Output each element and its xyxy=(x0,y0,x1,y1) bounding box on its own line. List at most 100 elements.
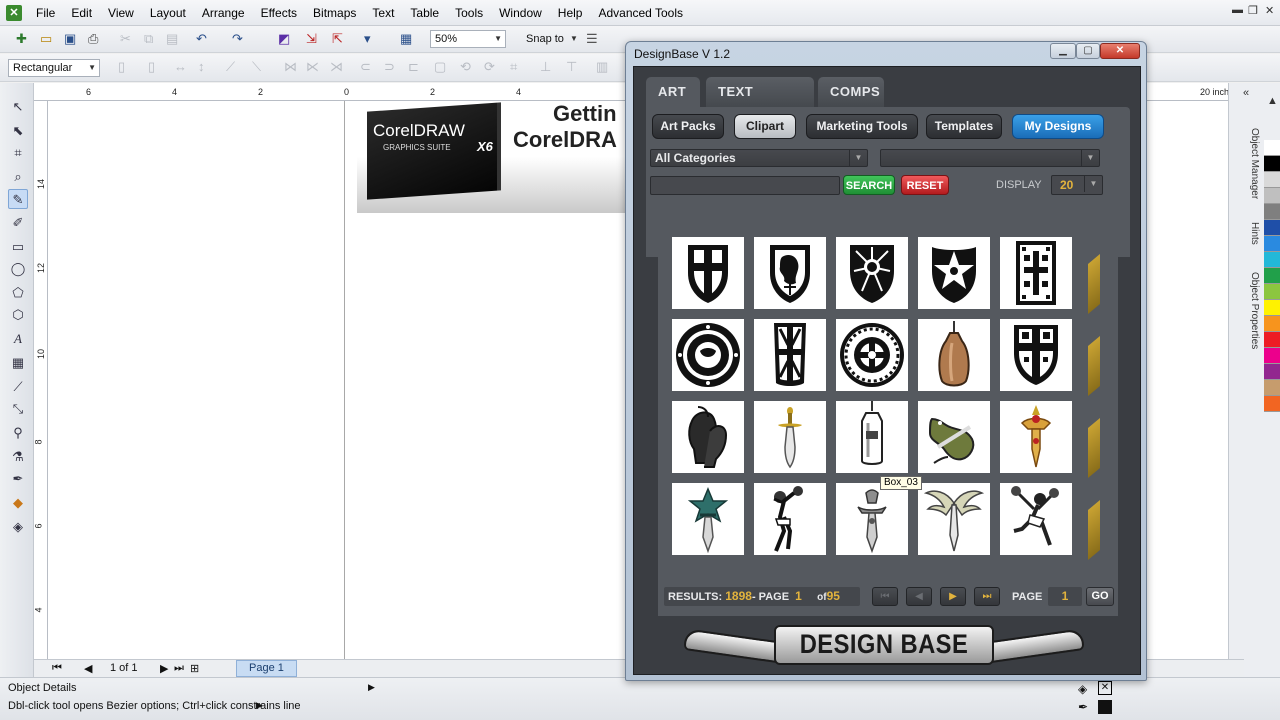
canvas-banner-graphic[interactable]: CorelDRAW GRAPHICS SUITE X6 Gettin Corel… xyxy=(357,101,632,213)
snap-to-dropdown-icon[interactable]: ▼ xyxy=(570,30,578,48)
clipart-item-star-sword[interactable] xyxy=(672,483,744,555)
color-swatch[interactable] xyxy=(1264,332,1280,348)
maximize-icon[interactable]: ▢ xyxy=(1076,43,1100,59)
menu-help[interactable]: Help xyxy=(550,2,591,24)
clipart-item-shield-dark-cross[interactable] xyxy=(1000,319,1072,391)
shape-tool-icon[interactable]: ⬉ xyxy=(8,121,28,141)
menu-table[interactable]: Table xyxy=(402,2,447,24)
color-swatch[interactable] xyxy=(1264,156,1280,172)
save-icon[interactable]: ▣ xyxy=(64,30,76,48)
freehand-tool-icon[interactable]: ✎ xyxy=(8,189,28,209)
no-fill-swatch[interactable]: ✕ xyxy=(1098,681,1112,695)
undo-icon[interactable]: ↶ xyxy=(196,30,207,48)
application-launcher-icon[interactable]: ▾ xyxy=(364,30,371,48)
property-tool-icon[interactable]: ⊂ xyxy=(360,58,371,76)
property-tool-icon[interactable]: ⊃ xyxy=(384,58,395,76)
cut-icon[interactable]: ✂ xyxy=(120,30,131,48)
first-page-icon[interactable]: ⏮ xyxy=(872,587,898,606)
color-swatch[interactable] xyxy=(1264,252,1280,268)
open-folder-icon[interactable]: ▭ xyxy=(40,30,52,48)
menu-bitmaps[interactable]: Bitmaps xyxy=(305,2,364,24)
tab-art[interactable]: ART xyxy=(646,77,700,107)
print-icon[interactable]: ⎙ xyxy=(88,30,98,48)
shape-mode-select[interactable]: Rectangular ▼ xyxy=(8,59,100,77)
property-tool-icon[interactable]: ⊤ xyxy=(566,58,577,76)
clipart-item-ornate-dagger[interactable] xyxy=(1000,401,1072,473)
clipart-item-punching-bag[interactable] xyxy=(918,319,990,391)
menu-effects[interactable]: Effects xyxy=(253,2,305,24)
menu-window[interactable]: Window xyxy=(491,2,550,24)
minimize-doc-icon[interactable]: ▬ xyxy=(1232,4,1243,16)
horizontal-scrollbar[interactable] xyxy=(1146,659,1244,677)
hint-arrow-icon[interactable]: ▶ xyxy=(256,700,263,711)
clipart-item-cheerleader[interactable] xyxy=(1000,483,1072,555)
fill-indicator-icon[interactable]: ◈ xyxy=(1078,682,1087,696)
search-input[interactable] xyxy=(650,176,840,195)
docker-tab-object-properties[interactable]: Object Properties xyxy=(1242,272,1260,349)
property-tool-icon[interactable]: ▥ xyxy=(596,58,608,76)
clipart-item-basketball-player[interactable] xyxy=(754,483,826,555)
category-select[interactable]: All Categories ▼ xyxy=(650,149,868,167)
color-swatch[interactable] xyxy=(1264,188,1280,204)
property-tool-icon[interactable]: ⋊ xyxy=(330,58,343,76)
property-tool-icon[interactable]: ⊥ xyxy=(540,58,551,76)
color-swatch[interactable] xyxy=(1264,284,1280,300)
my-designs-button[interactable]: My Designs xyxy=(1012,114,1104,139)
clipart-item-banner-cross[interactable] xyxy=(1000,237,1072,309)
property-tool-icon[interactable]: ⋈ xyxy=(284,58,297,76)
color-swatch[interactable] xyxy=(1264,268,1280,284)
property-tool-icon[interactable]: ⋉ xyxy=(306,58,319,76)
reset-button[interactable]: RESET xyxy=(901,175,949,195)
outline-color-swatch[interactable] xyxy=(1098,700,1112,714)
snap-to-button[interactable]: Snap to xyxy=(526,30,564,48)
clipart-item-boxing-gloves[interactable] xyxy=(672,401,744,473)
clipart-item-short-sword[interactable] xyxy=(754,401,826,473)
clipart-item-round-shield-emblem[interactable] xyxy=(672,319,744,391)
marketing-tools-button[interactable]: Marketing Tools xyxy=(806,114,918,139)
connector-tool-icon[interactable]: ⤡ xyxy=(8,399,28,419)
crop-tool-icon[interactable]: ⌗ xyxy=(8,143,28,163)
color-swatch[interactable] xyxy=(1264,316,1280,332)
clipart-button[interactable]: Clipart xyxy=(734,114,796,139)
property-tool-icon[interactable]: ↔ xyxy=(174,58,187,76)
subcategory-select[interactable]: ▼ xyxy=(880,149,1100,167)
next-page-icon[interactable]: ▶ xyxy=(940,587,966,606)
clipart-item-shield-lion[interactable] xyxy=(754,237,826,309)
property-tool-icon[interactable]: ⟳ xyxy=(484,58,495,76)
menu-text[interactable]: Text xyxy=(364,2,402,24)
color-swatch[interactable] xyxy=(1264,172,1280,188)
redo-icon[interactable]: ↷ xyxy=(232,30,243,48)
ellipse-tool-icon[interactable]: ◯ xyxy=(8,259,28,279)
welcome-screen-icon[interactable]: ▦ xyxy=(400,30,412,48)
clipart-item-dragon-sword[interactable] xyxy=(918,401,990,473)
menu-advanced-tools[interactable]: Advanced Tools xyxy=(590,2,691,24)
templates-button[interactable]: Templates xyxy=(926,114,1002,139)
color-swatch[interactable] xyxy=(1264,204,1280,220)
previous-page-icon[interactable]: ◀ xyxy=(84,662,92,675)
display-count-select[interactable]: 20 ▼ xyxy=(1051,175,1103,195)
fill-tool-icon[interactable]: ◆ xyxy=(8,493,28,513)
property-tool-icon[interactable]: ⟲ xyxy=(460,58,471,76)
close-icon[interactable]: ✕ xyxy=(1100,43,1140,59)
minimize-icon[interactable]: ▁ xyxy=(1050,43,1076,59)
clipart-item-winged-sword[interactable] xyxy=(918,483,990,555)
designbase-titlebar[interactable]: DesignBase V 1.2 ▁ ▢ ✕ xyxy=(626,42,1146,66)
eyedropper-tool-icon[interactable]: ⚗ xyxy=(8,447,28,467)
tab-text-effects[interactable]: TEXT EFFECTS xyxy=(706,77,814,129)
property-tool-icon[interactable]: ↕ xyxy=(198,58,205,76)
search-button[interactable]: SEARCH xyxy=(843,175,895,195)
property-tool-icon[interactable]: ▢ xyxy=(434,58,446,76)
docker-tab-hints[interactable]: Hints xyxy=(1242,222,1260,245)
property-tool-icon[interactable]: ⟍ xyxy=(252,58,261,76)
docker-tab-object-manager[interactable]: Object Manager xyxy=(1242,128,1260,199)
previous-page-icon[interactable]: ◀ xyxy=(906,587,932,606)
clipart-item-round-ornament[interactable] xyxy=(836,319,908,391)
copy-icon[interactable]: ⧉ xyxy=(144,30,153,48)
page-number-input[interactable]: 1 xyxy=(1048,587,1082,606)
color-swatch[interactable] xyxy=(1264,364,1280,380)
go-button[interactable]: GO xyxy=(1086,587,1114,606)
clipart-item-knight-sword[interactable] xyxy=(836,483,908,555)
color-swatch[interactable] xyxy=(1264,300,1280,316)
menu-view[interactable]: View xyxy=(100,2,142,24)
basic-shapes-tool-icon[interactable]: ⬡ xyxy=(8,305,28,325)
